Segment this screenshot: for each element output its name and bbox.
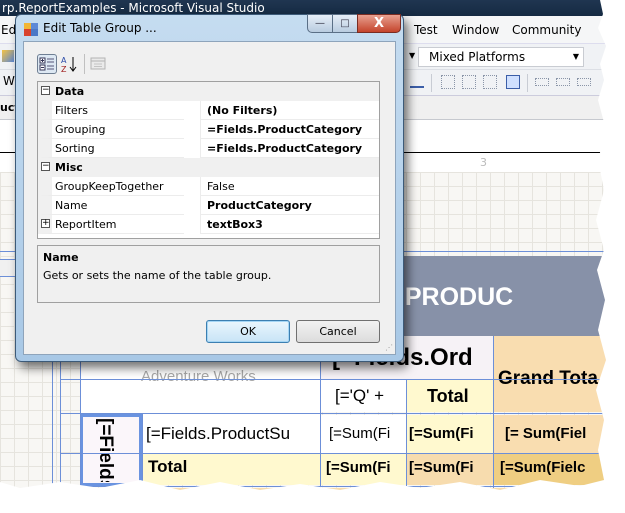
property-name: Filters — [38, 101, 184, 120]
property-value[interactable]: (No Filters) — [200, 101, 379, 120]
category-misc[interactable]: − Misc — [38, 158, 379, 177]
sort-alpha-icon: A Z — [61, 56, 77, 74]
total-sum-text-2: [=Sum(Fi — [409, 459, 474, 476]
ok-button[interactable]: OK — [206, 320, 290, 343]
property-name: GroupKeepTogether — [38, 177, 184, 196]
decrease-horizontal-spacing-icon[interactable] — [577, 78, 591, 86]
minimize-button[interactable]: — — [307, 14, 333, 33]
config-dropdown-arrow-icon[interactable]: ▼ — [409, 51, 415, 60]
svg-text:A: A — [61, 56, 67, 65]
category-label: Misc — [55, 161, 83, 174]
expand-icon[interactable]: + — [41, 219, 50, 228]
total-sum-text-1: [=Sum(Fi — [326, 459, 391, 476]
menu-window[interactable]: Window — [452, 23, 499, 37]
description-title: Name — [43, 251, 79, 264]
menu-test[interactable]: Test — [414, 23, 438, 37]
app-title: rp.ReportExamples - Microsoft Visual Stu… — [2, 1, 265, 15]
toolbar-separator — [527, 74, 528, 92]
align-bottom-icon[interactable] — [410, 78, 424, 88]
property-value[interactable]: =Fields.ProductCategory Asc — [200, 139, 379, 174]
grid-line — [493, 336, 494, 490]
grid-line — [406, 379, 407, 490]
property-pages-icon — [90, 57, 106, 70]
make-same-size-icon[interactable] — [483, 75, 497, 89]
cancel-button[interactable]: Cancel — [296, 320, 380, 343]
detail-field-expression: [=Fields.ProductSu — [146, 424, 291, 443]
toolbar-partial-label: W — [3, 74, 15, 88]
horizontal-spacing-equal-icon[interactable] — [535, 78, 549, 86]
platform-value: Mixed Platforms — [429, 50, 526, 64]
collapse-icon[interactable]: − — [41, 86, 50, 95]
size-to-grid-icon[interactable] — [506, 75, 520, 89]
categorized-button[interactable] — [37, 54, 57, 74]
resize-grip-icon[interactable]: ⋰ — [385, 343, 393, 352]
categorized-icon — [39, 57, 54, 71]
property-row-groupkeeptogether[interactable]: GroupKeepTogether False — [38, 177, 379, 196]
property-name: Grouping — [38, 120, 184, 139]
total-sum-text-3: [=Sum(Fielc — [500, 459, 586, 476]
category-label: Data — [55, 85, 85, 98]
dialog-client-area: A Z − Data Filters (No Filters) Grouping… — [23, 41, 396, 355]
menu-community[interactable]: Community — [512, 23, 581, 37]
property-row-filters[interactable]: Filters (No Filters) — [38, 101, 379, 120]
column-total-label: Total — [427, 386, 469, 406]
row-total-label: Total — [148, 457, 188, 476]
property-value[interactable]: textBox3 — [200, 215, 379, 234]
make-same-width-icon[interactable] — [441, 75, 455, 89]
grand-total-row — [80, 488, 606, 490]
increase-horizontal-spacing-icon[interactable] — [556, 78, 570, 86]
grid-line — [142, 414, 143, 486]
company-name: Adventure Works — [141, 368, 256, 385]
window-controls: — □ X — [307, 14, 401, 33]
property-name: Sorting — [38, 139, 184, 158]
solution-platform-combo[interactable]: Mixed Platforms ▼ — [418, 47, 584, 67]
alphabetical-button[interactable]: A Z — [60, 54, 80, 74]
property-name: Name — [38, 196, 184, 215]
grid-line — [60, 413, 606, 414]
property-description-panel: Name Gets or sets the name of the table … — [37, 245, 380, 303]
property-grid: − Data Filters (No Filters) Grouping =Fi… — [37, 81, 380, 239]
grid-line — [60, 486, 606, 487]
property-row-reportitem[interactable]: ReportItem + textBox3 — [38, 215, 379, 234]
svg-text:Z: Z — [61, 65, 67, 74]
dialog-app-icon — [24, 23, 38, 36]
property-row-sorting[interactable]: Sorting =Fields.ProductCategory Asc — [38, 139, 379, 174]
maximize-button[interactable]: □ — [332, 14, 358, 33]
property-row-name[interactable]: Name ProductCategory — [38, 196, 379, 215]
screenshot-stage: rp.ReportExamples - Microsoft Visual Stu… — [0, 0, 625, 513]
grid-line — [60, 453, 606, 454]
description-text: Gets or sets the name of the table group… — [43, 269, 272, 282]
detail-sum-text-1: [=Sum(Fi — [329, 425, 391, 442]
make-same-height-icon[interactable] — [462, 75, 476, 89]
property-name: ReportItem — [38, 215, 184, 234]
toolbar-separator — [431, 74, 432, 92]
close-button[interactable]: X — [357, 14, 401, 33]
dialog-title: Edit Table Group ... — [43, 21, 157, 35]
chevron-down-icon: ▼ — [572, 52, 579, 61]
detail-sum-text-2: [=Sum(Fi — [409, 425, 474, 442]
ruler-number: 3 — [480, 156, 487, 169]
toolbar-app-icon[interactable] — [2, 50, 14, 62]
edit-table-group-dialog: Edit Table Group ... — □ X A Z − Data Fi… — [15, 14, 404, 362]
property-value[interactable]: ProductCategory — [200, 196, 379, 215]
category-data[interactable]: − Data — [38, 82, 379, 101]
property-value[interactable]: False — [200, 177, 379, 196]
row-group-expression: [=Fields — [95, 418, 116, 482]
toolbar-separator — [84, 54, 85, 74]
collapse-icon[interactable]: − — [41, 162, 50, 171]
grid-line — [60, 379, 606, 380]
quarter-expression: [='Q' + — [335, 386, 385, 405]
detail-sum-text-3: [= Sum(Fiel — [505, 425, 587, 442]
menu-edit[interactable]: Ed — [1, 23, 16, 37]
property-pages-button[interactable] — [89, 54, 109, 74]
property-row-grouping[interactable]: Grouping =Fields.ProductCategory — [38, 120, 379, 139]
property-value[interactable]: =Fields.ProductCategory — [200, 120, 379, 139]
